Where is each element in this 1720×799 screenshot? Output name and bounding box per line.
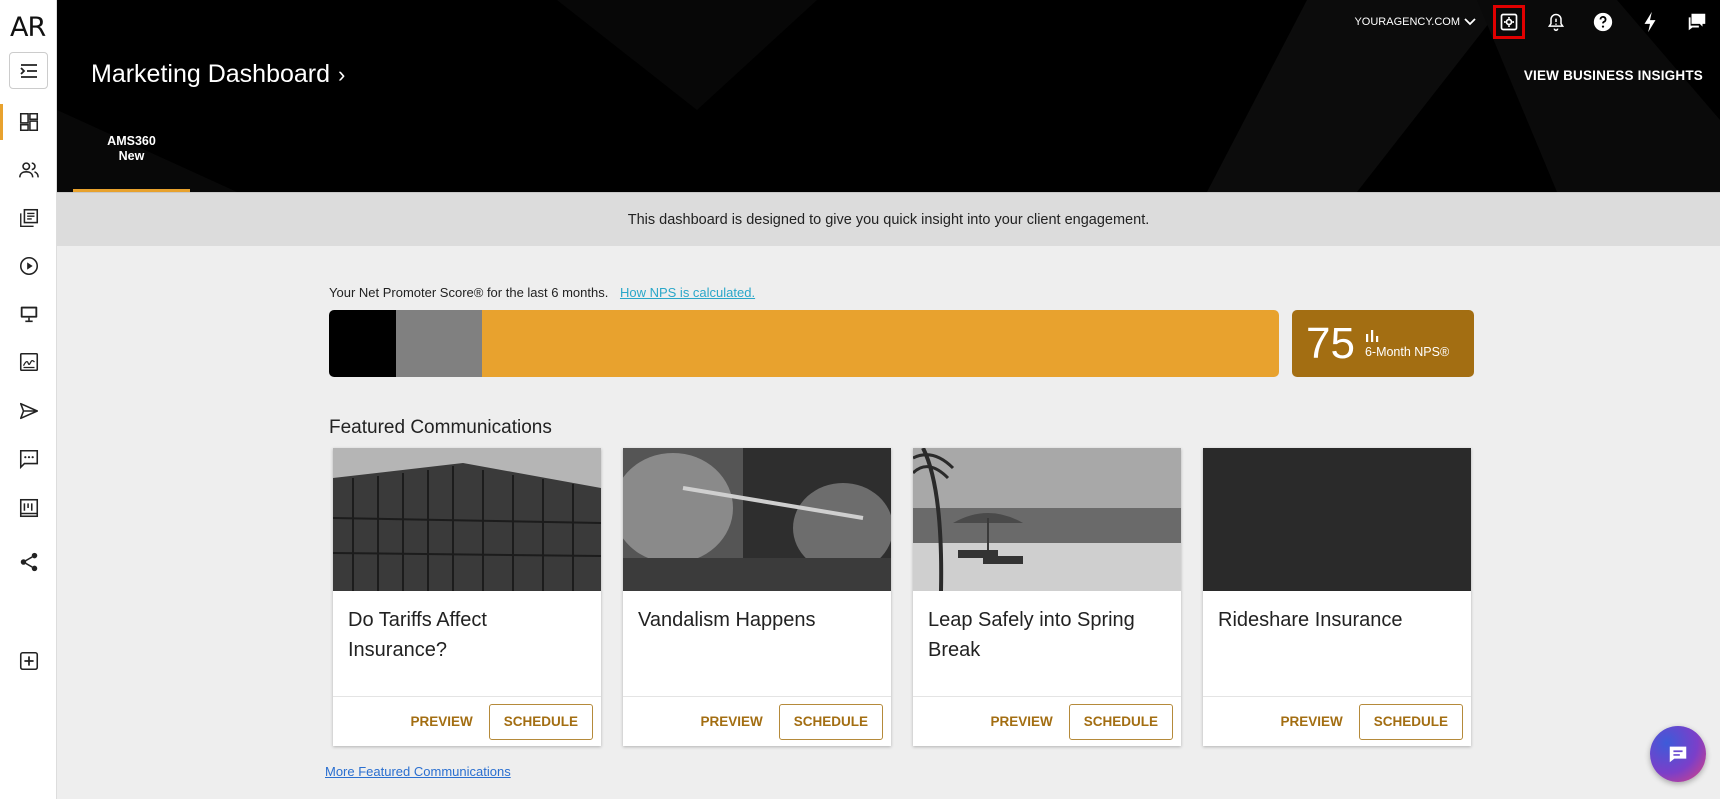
card-actions: PREVIEW SCHEDULE [913, 696, 1181, 746]
agency-name: YOURAGENCY.COM [1354, 16, 1460, 28]
card-title: Rideshare Insurance [1218, 609, 1403, 631]
tab-ams360-new[interactable]: AMS360 New [73, 116, 190, 192]
chevron-right-icon: › [338, 61, 346, 87]
page-title[interactable]: Marketing Dashboard › [91, 60, 345, 89]
sidebar-item-add[interactable] [0, 639, 57, 683]
sidebar-item-dashboard[interactable] [0, 100, 57, 144]
bar-chart-icon [1365, 329, 1379, 342]
card-actions: PREVIEW SCHEDULE [623, 696, 891, 746]
play-icon [19, 256, 38, 276]
top-toolbar: YOURAGENCY.COM [1354, 5, 1720, 39]
add-box-icon [19, 651, 38, 671]
contacts-icon [18, 162, 39, 178]
agency-selector[interactable]: YOURAGENCY.COM [1354, 16, 1476, 28]
chat-bubbles-icon [1688, 13, 1705, 31]
schedule-button[interactable]: SCHEDULE [488, 703, 593, 740]
schedule-button[interactable]: SCHEDULE [1068, 703, 1173, 740]
bell-icon [1547, 13, 1564, 32]
preview-button[interactable]: PREVIEW [408, 714, 474, 729]
preview-button[interactable]: PREVIEW [988, 714, 1054, 729]
nps-segment-1 [396, 310, 482, 377]
sidebar-item-share[interactable] [0, 540, 57, 584]
messages-button[interactable] [1680, 6, 1713, 39]
info-banner: This dashboard is designed to give you q… [57, 192, 1720, 246]
page-title-text: Marketing Dashboard [91, 60, 331, 88]
settings-icon [1500, 13, 1518, 31]
nps-label-text: Your Net Promoter Score® for the last 6 … [329, 285, 609, 300]
app-logo: AR [10, 12, 46, 43]
monitor-icon [20, 306, 37, 323]
chat-icon [19, 449, 38, 470]
share-icon [20, 552, 37, 572]
sidebar-item-send[interactable] [0, 389, 57, 433]
send-icon [19, 402, 38, 420]
sidebar-item-board[interactable] [0, 486, 57, 530]
communication-card: Leap Safely into Spring Break PREVIEW SC… [913, 448, 1181, 746]
notifications-button[interactable] [1539, 6, 1572, 39]
chevron-down-icon [1464, 18, 1476, 26]
sidebar-item-website[interactable] [0, 292, 57, 336]
menu-toggle-button[interactable] [9, 52, 48, 89]
schedule-button[interactable]: SCHEDULE [778, 703, 883, 740]
nps-score-value: 75 [1306, 318, 1355, 368]
communication-card: Do Tariffs Affect Insurance? PREVIEW SCH… [333, 448, 601, 746]
lightning-icon [1644, 11, 1655, 33]
sidebar-item-messages[interactable] [0, 437, 57, 481]
nps-distribution-bar [329, 310, 1279, 377]
card-title: Leap Safely into Spring Break [928, 609, 1135, 661]
info-banner-text: This dashboard is designed to give you q… [627, 211, 1150, 228]
tab-label-line1: AMS360 [107, 134, 156, 148]
quick-actions-button[interactable] [1633, 6, 1666, 39]
card-actions: PREVIEW SCHEDULE [333, 696, 601, 746]
sidebar-item-library[interactable] [0, 196, 57, 240]
board-icon [19, 498, 38, 518]
card-image-containers [333, 448, 601, 591]
communication-card: Rideshare Insurance PREVIEW SCHEDULE [1203, 448, 1471, 746]
tab-label-line2: New [118, 149, 145, 163]
signature-icon [19, 352, 38, 372]
chat-message-icon [1669, 746, 1687, 763]
nps-segment-0 [329, 310, 397, 377]
card-image-placeholder [1203, 448, 1471, 591]
dashboard-icon [19, 112, 38, 132]
sidebar: AR [0, 0, 57, 799]
nps-description: Your Net Promoter Score® for the last 6 … [329, 285, 755, 300]
card-image-vandalism [623, 448, 891, 591]
help-button[interactable] [1586, 6, 1619, 39]
preview-button[interactable]: PREVIEW [698, 714, 764, 729]
sidebar-item-contacts[interactable] [0, 148, 57, 192]
nps-segment-2 [481, 310, 1279, 377]
featured-communications-heading: Featured Communications [329, 417, 552, 438]
page-header: Marketing Dashboard › YOURAGENCY.COM VIE… [57, 0, 1720, 192]
more-featured-communications-link[interactable]: More Featured Communications [325, 764, 511, 779]
view-business-insights-link[interactable]: VIEW BUSINESS INSIGHTS [1524, 68, 1703, 83]
sidebar-item-signatures[interactable] [0, 340, 57, 384]
communication-card: Vandalism Happens PREVIEW SCHEDULE [623, 448, 891, 746]
help-icon [1593, 12, 1612, 32]
library-icon [19, 208, 38, 227]
schedule-button[interactable]: SCHEDULE [1358, 703, 1463, 740]
card-title: Do Tariffs Affect Insurance? [348, 609, 487, 661]
chat-widget-button[interactable] [1650, 726, 1706, 782]
preview-button[interactable]: PREVIEW [1278, 714, 1344, 729]
card-image-beach [913, 448, 1181, 591]
menu-collapse-icon [19, 63, 37, 78]
nps-score-card[interactable]: 75 6-Month NPS® [1292, 310, 1474, 377]
settings-button[interactable] [1493, 5, 1525, 39]
card-actions: PREVIEW SCHEDULE [1203, 696, 1471, 746]
nps-calculation-link[interactable]: How NPS is calculated. [620, 285, 755, 300]
card-title: Vandalism Happens [638, 609, 816, 631]
sidebar-item-videos[interactable] [0, 244, 57, 288]
nps-score-label: 6-Month NPS® [1364, 344, 1450, 359]
